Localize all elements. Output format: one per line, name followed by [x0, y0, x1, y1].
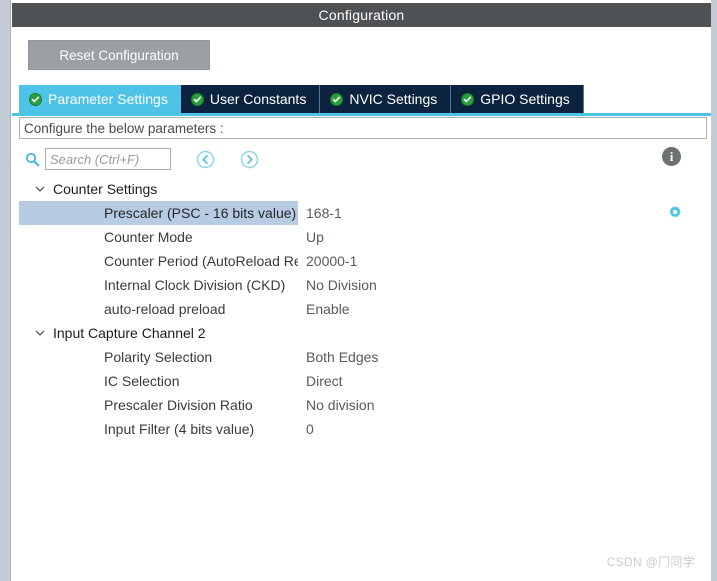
parameter-name: Internal Clock Division (CKD) [104, 277, 286, 293]
parameter-value: No Division [306, 277, 377, 293]
parameter-value: Enable [306, 301, 350, 317]
tree-group-input-capture-channel-2[interactable]: Input Capture Channel 2 [19, 321, 707, 345]
tab-label: GPIO Settings [480, 91, 570, 107]
table-row[interactable]: Prescaler Division Ratio No division [19, 393, 707, 417]
table-row[interactable]: auto-reload preload Enable [19, 297, 707, 321]
parameter-value: Both Edges [306, 349, 379, 365]
search-toolbar: i [19, 142, 707, 176]
chevron-down-icon [32, 181, 48, 197]
tree-group-label: Input Capture Channel 2 [53, 325, 206, 341]
tab-label: User Constants [209, 91, 307, 107]
parameter-value: Direct [306, 373, 343, 389]
tab-strip: Parameter Settings User Constants NVIC S… [12, 85, 711, 113]
tree-group-label: Counter Settings [53, 181, 158, 197]
check-circle-icon [461, 92, 475, 106]
subheader-bar: Configure the below parameters : [19, 117, 707, 139]
parameter-value: 0 [306, 421, 314, 437]
circle-chevron-left-icon[interactable] [195, 149, 215, 169]
tab-user-constants[interactable]: User Constants [180, 85, 321, 113]
parameter-value: No division [306, 397, 375, 413]
parameter-name: Counter Mode [104, 229, 193, 245]
table-row[interactable]: IC Selection Direct [19, 369, 707, 393]
tree-group-counter-settings[interactable]: Counter Settings [19, 177, 707, 201]
window-left-rail [0, 0, 11, 581]
parameter-tree: Counter Settings Prescaler (PSC - 16 bit… [19, 177, 707, 572]
table-row[interactable]: Polarity Selection Both Edges [19, 345, 707, 369]
info-icon[interactable]: i [662, 147, 681, 166]
reset-configuration-button[interactable]: Reset Configuration [28, 40, 210, 70]
search-input[interactable] [45, 148, 171, 170]
parameter-name: Polarity Selection [104, 349, 213, 365]
subheader-text: Configure the below parameters : [24, 120, 224, 136]
configuration-window: Configuration Reset Configuration Parame… [0, 0, 717, 581]
parameter-name: Prescaler (PSC - 16 bits value) [19, 201, 298, 225]
tab-gpio-settings[interactable]: GPIO Settings [451, 85, 584, 113]
tab-label: Parameter Settings [48, 91, 168, 107]
check-circle-icon [190, 92, 204, 106]
gear-icon[interactable] [668, 205, 683, 220]
parameter-name: Prescaler Division Ratio [104, 397, 253, 413]
table-row[interactable]: Input Filter (4 bits value) 0 [19, 417, 707, 441]
window-title: Configuration [318, 7, 405, 23]
info-glyph: i [669, 148, 674, 164]
parameter-value: Up [306, 229, 324, 245]
table-row[interactable]: Prescaler (PSC - 16 bits value) 168-1 [19, 201, 707, 225]
tab-underline [12, 113, 711, 116]
check-circle-icon [330, 92, 344, 106]
parameter-value: 20000-1 [306, 253, 358, 269]
table-row[interactable]: Counter Mode Up [19, 225, 707, 249]
reset-configuration-label: Reset Configuration [59, 47, 179, 63]
tab-parameter-settings[interactable]: Parameter Settings [19, 85, 181, 113]
table-row[interactable]: Counter Period (AutoReload Regis... 2000… [19, 249, 707, 273]
parameter-value: 168-1 [306, 205, 342, 221]
check-circle-icon [29, 92, 42, 106]
search-icon [25, 152, 40, 167]
watermark: CSDN @冂同学 [606, 555, 695, 569]
tab-label: NVIC Settings [349, 91, 438, 107]
window-right-rail [711, 0, 717, 581]
parameter-name: Counter Period (AutoReload Regis... [104, 253, 298, 269]
table-row[interactable]: Internal Clock Division (CKD) No Divisio… [19, 273, 707, 297]
circle-chevron-right-icon[interactable] [239, 149, 259, 169]
configuration-panel: Reset Configuration Parameter Settings U… [12, 27, 711, 578]
parameter-name: auto-reload preload [104, 301, 226, 317]
parameter-name: IC Selection [104, 373, 180, 389]
tab-nvic-settings[interactable]: NVIC Settings [320, 85, 452, 113]
window-title-bar: Configuration [12, 3, 711, 27]
parameter-name: Input Filter (4 bits value) [104, 421, 255, 437]
chevron-down-icon [32, 325, 48, 341]
